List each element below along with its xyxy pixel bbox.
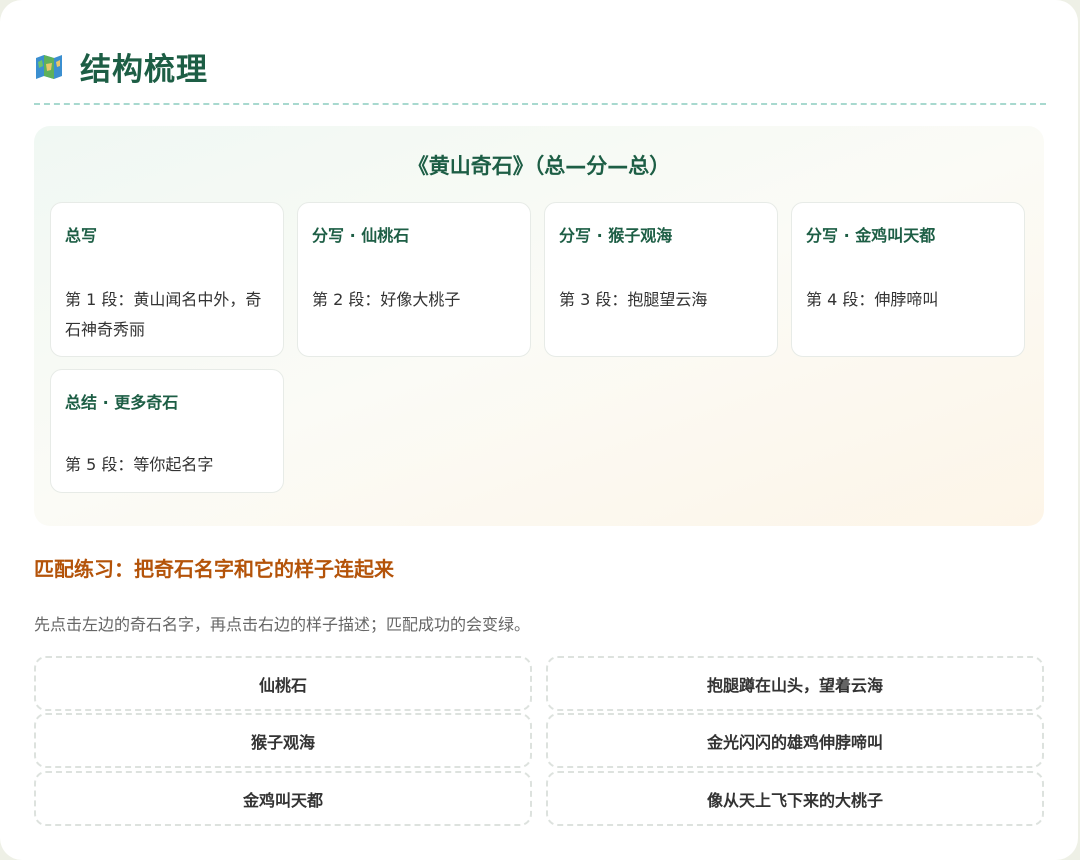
exercise-title: 匹配练习：把奇石名字和它的样子连起来 xyxy=(34,557,394,581)
page-title: 结构梳理 xyxy=(80,52,208,88)
section-text: 第 3 段：抱腿望云海 xyxy=(559,290,708,309)
structure-panel: 《黄山奇石》（总—分—总） 总写 第 1 段：黄山闻名中外，奇石神奇秀丽 分写 … xyxy=(34,126,1044,526)
section-card-5: 总结 · 更多奇石 第 5 段：等你起名字 xyxy=(50,369,284,493)
section-label: 总结 · 更多奇石 xyxy=(65,393,179,412)
match-description-button[interactable]: 像从天上飞下来的大桃子 xyxy=(546,771,1044,826)
match-description-button[interactable]: 金光闪闪的雄鸡伸脖啼叫 xyxy=(546,713,1044,768)
section-label: 分写 · 金鸡叫天都 xyxy=(806,226,936,245)
structure-card: 结构梳理 《黄山奇石》（总—分—总） 总写 第 1 段：黄山闻名中外，奇石神奇秀… xyxy=(0,0,1078,860)
match-name-button[interactable]: 猴子观海 xyxy=(34,713,532,768)
section-card-1: 总写 第 1 段：黄山闻名中外，奇石神奇秀丽 xyxy=(50,202,284,357)
section-label: 分写 · 猴子观海 xyxy=(559,226,673,245)
structure-title: 《黄山奇石》（总—分—总） xyxy=(407,154,671,178)
section-card-3: 分写 · 猴子观海 第 3 段：抱腿望云海 xyxy=(544,202,778,357)
divider xyxy=(34,103,1046,105)
match-name-button[interactable]: 仙桃石 xyxy=(34,656,532,711)
section-card-4: 分写 · 金鸡叫天都 第 4 段：伸脖啼叫 xyxy=(791,202,1025,357)
exercise-instruction: 先点击左边的奇石名字，再点击右边的样子描述；匹配成功的会变绿。 xyxy=(34,615,531,634)
map-icon xyxy=(36,54,62,79)
section-text: 第 2 段：好像大桃子 xyxy=(312,290,461,309)
section-label: 分写 · 仙桃石 xyxy=(312,226,410,245)
section-card-2: 分写 · 仙桃石 第 2 段：好像大桃子 xyxy=(297,202,531,357)
section-label: 总写 xyxy=(65,226,98,245)
match-name-button[interactable]: 金鸡叫天都 xyxy=(34,771,532,826)
section-text: 第 5 段：等你起名字 xyxy=(65,455,214,474)
section-text: 第 1 段：黄山闻名中外，奇石神奇秀丽 xyxy=(65,290,262,339)
section-text: 第 4 段：伸脖啼叫 xyxy=(806,290,939,309)
section-header: 结构梳理 xyxy=(34,44,208,89)
match-description-button[interactable]: 抱腿蹲在山头，望着云海 xyxy=(546,656,1044,711)
